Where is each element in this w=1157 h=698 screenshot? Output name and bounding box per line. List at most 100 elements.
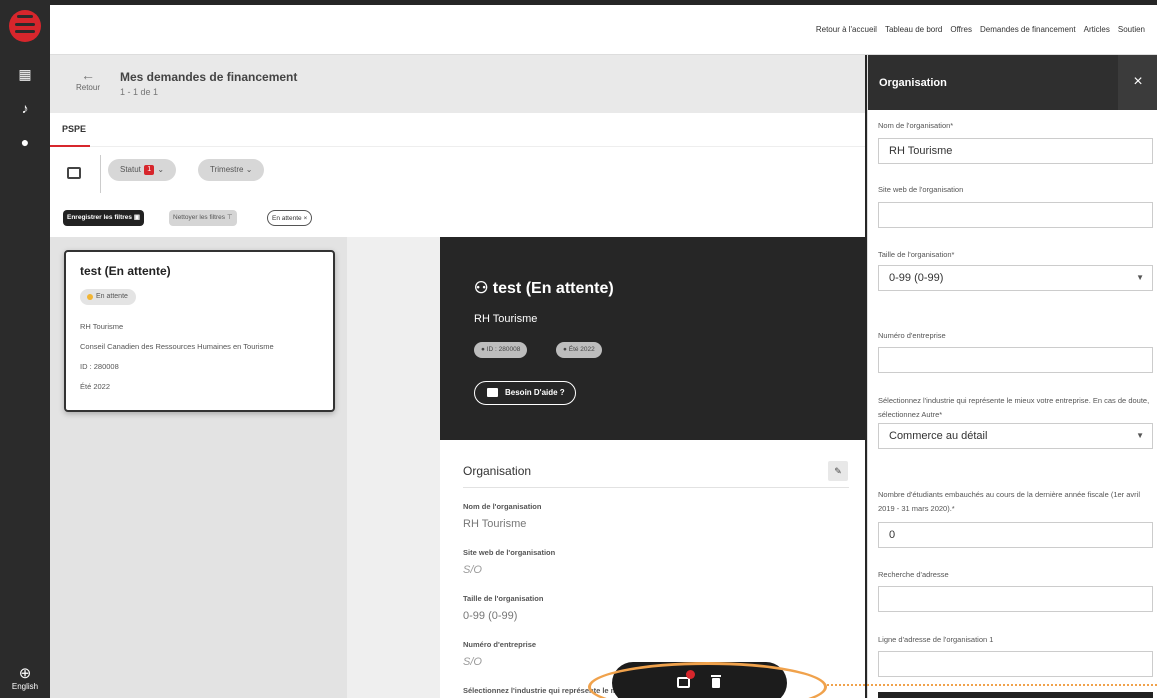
app-root: ▦ ♪ ● ⊕ English Retour à l'accueil Table… <box>0 0 1157 698</box>
account-icon[interactable]: ● <box>15 132 35 152</box>
layers-icon[interactable] <box>67 167 81 179</box>
term-chip: ● Été 2022 <box>556 342 602 358</box>
field-value: S/O <box>463 564 482 576</box>
website-input[interactable] <box>878 202 1153 228</box>
clear-filters-label: Nettoyer les filtres <box>173 214 226 221</box>
nav-link-support[interactable]: Soutien <box>1118 25 1145 34</box>
filter-clear-icon: ⊤ <box>226 214 233 221</box>
top-nav: Retour à l'accueil Tableau de bord Offre… <box>50 5 1157 55</box>
close-icon[interactable]: × <box>1118 55 1157 110</box>
field-value: S/O <box>463 656 482 668</box>
business-number-label: Numéro d'entreprise <box>878 331 946 340</box>
org-name-label: Nom de l'organisation* <box>878 121 954 130</box>
active-filter-label: En attente <box>272 215 302 222</box>
save-filters-button[interactable]: Enregistrer les filtres ▣ <box>63 210 144 226</box>
detail-title: ⚇ test (En attente) <box>474 278 614 298</box>
detail-header: ⚇ test (En attente) RH Tourisme ● ID : 2… <box>440 237 865 440</box>
caret-down-icon: ▼ <box>1136 273 1144 282</box>
chevron-down-icon: ⌄ <box>157 165 165 174</box>
nav-link-dashboard[interactable]: Tableau de bord <box>885 25 942 34</box>
nav-link-offers[interactable]: Offres <box>950 25 972 34</box>
globe-icon: ⊕ <box>18 665 32 682</box>
page-title: Mes demandes de financement <box>120 70 298 84</box>
close-icon[interactable]: × <box>303 215 307 222</box>
size-label: Taille de l'organisation* <box>878 250 955 259</box>
bell-icon[interactable]: ♪ <box>15 98 35 118</box>
trimestre-filter[interactable]: Trimestre ⌄ <box>198 159 265 181</box>
chevron-down-icon: ⌄ <box>245 165 253 174</box>
term-chip-text: Été 2022 <box>568 346 595 353</box>
students-label: Nombre d'étudiants embauchés au cours de… <box>878 490 1140 513</box>
panel-footer-button[interactable] <box>878 692 1153 698</box>
help-label: Besoin D'aide ? <box>505 388 565 397</box>
statut-filter[interactable]: Statut 1 ⌄ <box>108 159 177 181</box>
business-number-input[interactable] <box>878 347 1153 373</box>
mail-icon <box>487 388 498 397</box>
highlight-dotted-line <box>827 684 1157 686</box>
website-label: Site web de l'organisation <box>878 185 964 194</box>
active-filter-chip[interactable]: En attente × <box>267 210 313 226</box>
divider <box>100 155 101 193</box>
status-badge: En attente <box>80 289 136 305</box>
back-button[interactable]: ← Retour <box>70 67 106 92</box>
group-icon: ⚇ <box>474 280 493 297</box>
address-line-input[interactable] <box>878 651 1153 677</box>
section-title: Organisation <box>463 464 532 478</box>
detail-organization: RH Tourisme <box>474 313 538 325</box>
language-label: English <box>11 682 39 691</box>
size-select[interactable]: 0-99 (0-99) ▼ <box>878 265 1153 291</box>
size-value: 0-99 (0-99) <box>889 272 944 284</box>
id-chip: ● ID : 280008 <box>474 342 528 358</box>
industry-select[interactable]: Commerce au détail ▼ <box>878 423 1153 449</box>
address-line-label: Ligne d'adresse de l'organisation 1 <box>878 635 994 644</box>
nav-link-home[interactable]: Retour à l'accueil <box>816 25 877 34</box>
request-card[interactable]: test (En attente) En attente RH Tourisme… <box>64 250 335 412</box>
edit-pencil-icon[interactable]: ✎ <box>828 461 848 481</box>
card-organization: RH Tourisme <box>80 322 124 331</box>
filter-bar: Statut 1 ⌄ Trimestre ⌄ Enregistrer les f… <box>50 147 865 237</box>
divider <box>463 487 849 488</box>
tab-pspe[interactable]: PSPE <box>62 124 86 134</box>
id-chip-text: ID : 280008 <box>486 346 521 353</box>
statut-label: Statut <box>120 165 141 174</box>
save-filters-label: Enregistrer les filtres <box>67 214 133 221</box>
field-label: Nom de l'organisation <box>463 502 542 511</box>
brand-logo[interactable] <box>9 10 41 42</box>
help-button[interactable]: Besoin D'aide ? <box>474 381 576 405</box>
org-name-input[interactable]: RH Tourisme <box>878 138 1153 164</box>
industry-label: Sélectionnez l'industrie qui représente … <box>878 396 1150 419</box>
clear-filters-button[interactable]: Nettoyer les filtres ⊤ <box>169 210 237 226</box>
back-label: Retour <box>75 83 100 92</box>
detail-body: Organisation ✎ Nom de l'organisation RH … <box>440 440 865 698</box>
save-icon: ▣ <box>133 214 140 221</box>
nav-link-funding[interactable]: Demandes de financement <box>980 25 1076 34</box>
address-search-label: Recherche d'adresse <box>878 570 949 579</box>
field-label: Site web de l'organisation <box>463 548 556 557</box>
dashboard-icon[interactable]: ▦ <box>15 64 35 84</box>
card-council: Conseil Canadien des Ressources Humaines… <box>80 342 274 351</box>
language-switch[interactable]: ⊕ English <box>3 665 47 692</box>
industry-value: Commerce au détail <box>889 430 988 442</box>
field-value: RH Tourisme <box>463 518 527 530</box>
detail-title-text: test (En attente) <box>492 280 614 297</box>
students-input[interactable]: 0 <box>878 522 1153 548</box>
panel-header: Organisation <box>868 55 1118 110</box>
address-search-input[interactable] <box>878 586 1153 612</box>
field-value: 0-99 (0-99) <box>463 610 518 622</box>
caret-down-icon: ▼ <box>1136 431 1144 440</box>
page-header: ← Retour Mes demandes de financement 1 -… <box>50 55 865 113</box>
card-term: Été 2022 <box>80 382 111 391</box>
edit-panel: Organisation × Nom de l'organisation* RH… <box>867 55 1157 698</box>
card-id: ID : 280008 <box>80 362 119 371</box>
tab-bar: PSPE <box>50 113 865 147</box>
arrow-left-icon: ← <box>81 67 95 83</box>
result-count: 1 - 1 de 1 <box>120 87 159 97</box>
nav-link-articles[interactable]: Articles <box>1084 25 1110 34</box>
statut-count-badge: 1 <box>144 164 155 175</box>
side-rail: ▦ ♪ ● ⊕ English <box>0 0 50 698</box>
field-label: Numéro d'entreprise <box>463 640 537 649</box>
card-title: test (En attente) <box>80 264 171 278</box>
field-label: Taille de l'organisation <box>463 594 544 603</box>
panel-title: Organisation <box>879 77 947 89</box>
content-gutter <box>347 237 440 698</box>
